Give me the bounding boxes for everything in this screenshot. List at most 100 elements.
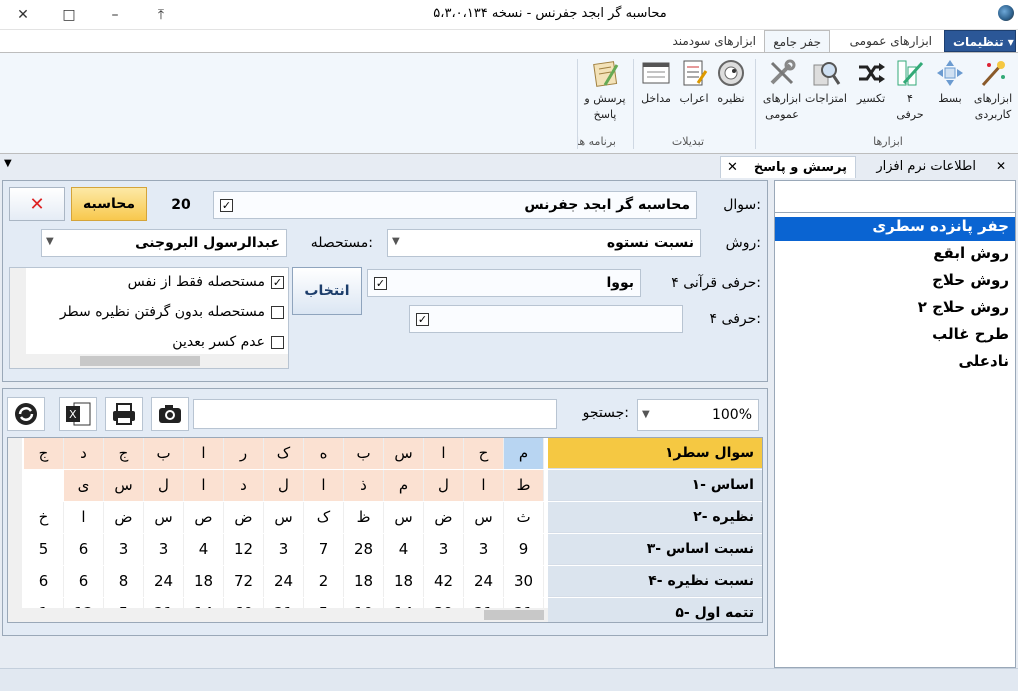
grid-cell[interactable]: ی [64, 470, 104, 501]
grid-cell[interactable]: 8 [104, 566, 144, 597]
option-item[interactable]: مستحصله بدون گرفتن نظیره سطر [60, 300, 284, 324]
grid-cell[interactable]: 18 [184, 566, 224, 597]
grid-cell[interactable]: ک [264, 438, 304, 469]
cancel-button[interactable]: ✕ [9, 187, 65, 221]
question-input[interactable]: ✓ محاسبه گر ابجد جفرنس [213, 191, 697, 219]
grid-cell[interactable]: 9 [504, 534, 544, 565]
horizontal-scrollbar[interactable] [10, 354, 288, 368]
option-item[interactable]: مستحصله فقط از نفس ✓ [128, 270, 284, 294]
method-select[interactable]: ▼ نسبت نستوه [387, 229, 701, 257]
grid-cell[interactable]: ص [184, 502, 224, 533]
grid-cell[interactable]: ل [264, 470, 304, 501]
refresh-button[interactable] [7, 397, 45, 431]
pin-button[interactable]: ⤒ [138, 0, 184, 30]
method-list-item[interactable]: نادعلی [958, 352, 1009, 376]
grid-cell[interactable]: ث [504, 502, 544, 533]
tab-settings[interactable]: تنظیمات ▾ [944, 30, 1016, 52]
grid-cell[interactable]: ا [64, 502, 104, 533]
grid-cell[interactable]: ح [464, 438, 504, 469]
grid-cell[interactable]: 24 [464, 566, 504, 597]
four-letter-button[interactable]: ۴ حرفی [892, 57, 928, 137]
grid-cell[interactable]: ض [224, 502, 264, 533]
maximize-button[interactable]: □ [46, 0, 92, 30]
grid-cell[interactable]: د [64, 438, 104, 469]
method-list-item[interactable]: طرح غالب [932, 325, 1009, 349]
grid-cell[interactable]: ب [144, 438, 184, 469]
grid-cell[interactable]: 18 [384, 566, 424, 597]
grid-cell[interactable]: 24 [264, 566, 304, 597]
grid-cell[interactable]: 7 [304, 534, 344, 565]
grid-cell[interactable]: س [144, 502, 184, 533]
grid-cell[interactable]: س [464, 502, 504, 533]
print-button[interactable] [105, 397, 143, 431]
grid-cell[interactable]: ا [184, 438, 224, 469]
useful-tools-button[interactable]: ابزارهای کاربردی [972, 57, 1014, 137]
grid-cell[interactable]: 18 [344, 566, 384, 597]
tab-dropdown-icon[interactable]: ▼ [4, 158, 12, 169]
method-list-item[interactable]: جفر پانزده سطری [775, 217, 1015, 241]
grid-cell[interactable]: س [384, 438, 424, 469]
grid-cell[interactable]: ک [304, 502, 344, 533]
method-list-item[interactable]: روش ابقع [933, 244, 1009, 268]
grid-cell[interactable]: ا [304, 470, 344, 501]
calculate-button[interactable]: محاسبه [71, 187, 147, 221]
row-header[interactable]: ۲- نظیره [548, 502, 762, 533]
row-header[interactable]: ۱- اساس [548, 470, 762, 501]
grid-cell[interactable]: 12 [224, 534, 264, 565]
grid-cell[interactable]: ل [424, 470, 464, 501]
close-icon[interactable]: ✕ [996, 159, 1006, 173]
quran-checkbox[interactable]: ✓ [374, 276, 387, 290]
grid-cell[interactable]: س [104, 470, 144, 501]
tab-general-tools[interactable]: ابزارهای عمومی [842, 30, 940, 52]
grid-cell[interactable]: ر [224, 438, 264, 469]
grid-cell[interactable]: 3 [264, 534, 304, 565]
grid-cell[interactable]: د [224, 470, 264, 501]
close-icon[interactable]: ✕ [727, 157, 738, 179]
grid-cell[interactable]: ه [304, 438, 344, 469]
grid-cell[interactable]: خ [24, 502, 64, 533]
madakhel-button[interactable]: مداخل [638, 57, 674, 137]
grid-cell[interactable]: 72 [224, 566, 264, 597]
grid-cell[interactable]: 3 [424, 534, 464, 565]
grid-cell[interactable]: ج [104, 438, 144, 469]
row-header[interactable]: سوال سطر۱ [548, 438, 762, 469]
row-header[interactable]: ۵- تتمه اول [548, 598, 762, 622]
question-checkbox[interactable]: ✓ [220, 198, 233, 212]
grid-horizontal-scrollbar[interactable] [22, 608, 548, 622]
minimize-button[interactable]: – [92, 0, 138, 30]
qa-program-button[interactable]: پرسش و پاسخ [584, 57, 626, 137]
erab-button[interactable]: اعراب [678, 57, 710, 137]
tab-useful-tools[interactable]: ابزارهای سودمند [664, 30, 764, 52]
option-checkbox[interactable] [271, 305, 284, 319]
grid-cell[interactable]: 3 [104, 534, 144, 565]
quran-input[interactable]: ✓ بووا [367, 269, 641, 297]
tab-software-info[interactable]: اطلاعات نرم افزار [862, 156, 982, 178]
imtizajat-button[interactable]: امتزاجات [802, 57, 850, 137]
grid-cell[interactable]: ذ [344, 470, 384, 501]
grid-cell[interactable]: 24 [144, 566, 184, 597]
grid-cell[interactable]: م [384, 470, 424, 501]
tab-qa[interactable]: پرسش و پاسخ ✕ [720, 156, 856, 178]
grid-cell[interactable]: ا [424, 438, 464, 469]
grid-cell[interactable]: ا [464, 470, 504, 501]
mustahsele-select[interactable]: ▼ عبدالرسول البروجنی [41, 229, 287, 257]
grid-cell[interactable]: ل [144, 470, 184, 501]
grid-cell[interactable]: 4 [384, 534, 424, 565]
tab-jafr-jame[interactable]: جفر جامع [764, 30, 830, 52]
general-tools-button[interactable]: ابزارهای عمومی [760, 57, 804, 137]
grid-cell[interactable]: 30 [504, 566, 544, 597]
grid-cell[interactable]: 6 [64, 534, 104, 565]
grid-cell[interactable]: ض [104, 502, 144, 533]
method-list-item[interactable]: روش حلاج [932, 271, 1009, 295]
zoom-select[interactable]: ▼ 100% [637, 399, 759, 431]
grid-vertical-scrollbar[interactable] [8, 438, 22, 622]
grid-cell[interactable]: 6 [64, 566, 104, 597]
bast-button[interactable]: بسط [932, 57, 968, 137]
grid-cell[interactable]: ط [504, 470, 544, 501]
four-letter-input[interactable]: ✓ [409, 305, 683, 333]
option-checkbox[interactable]: ✓ [271, 275, 284, 289]
export-excel-button[interactable]: X [59, 397, 97, 431]
close-button[interactable]: ✕ [0, 0, 46, 30]
row-header[interactable]: ۴- نسبت نظیره [548, 566, 762, 597]
grid-cell[interactable]: س [264, 502, 304, 533]
